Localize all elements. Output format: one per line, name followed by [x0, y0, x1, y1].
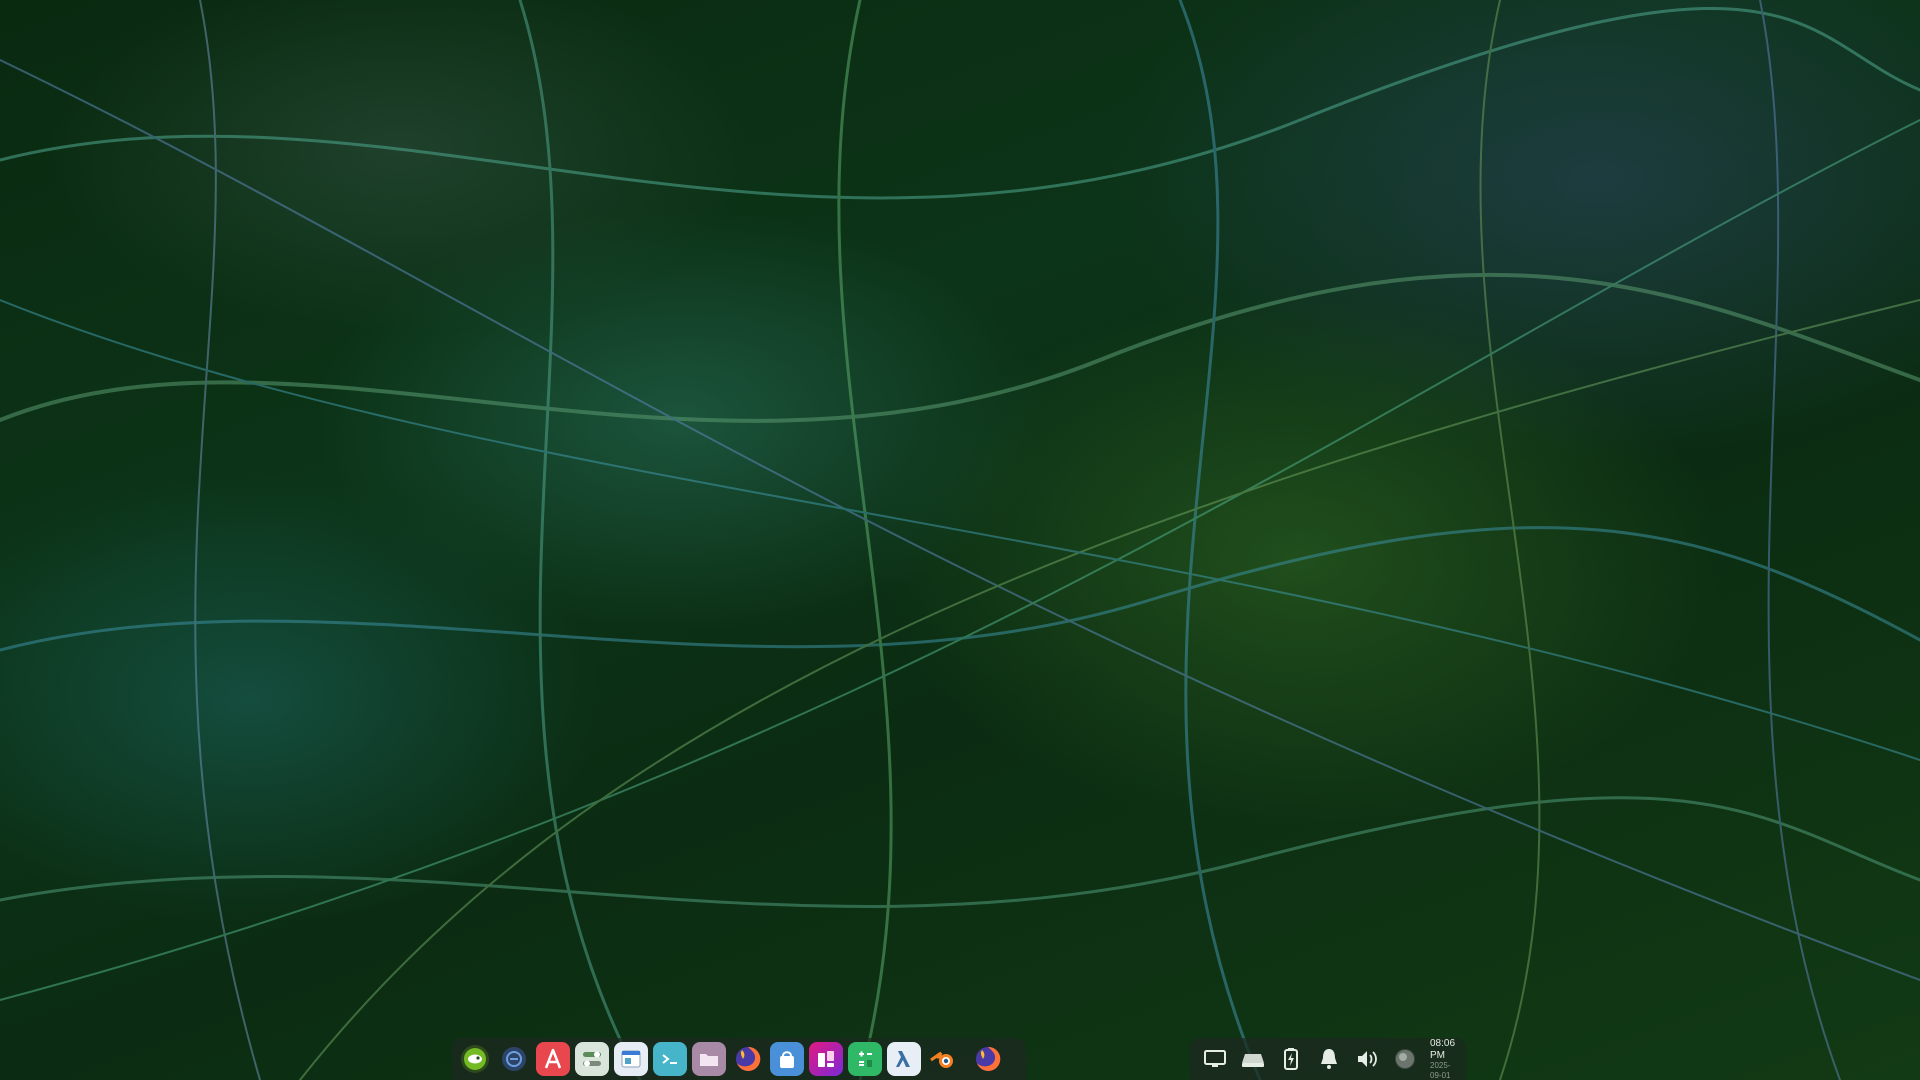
blender-button[interactable] — [926, 1042, 960, 1076]
avatar-icon — [1395, 1049, 1415, 1069]
wallpaper-light-streaks — [0, 0, 1920, 1080]
circle-minus-icon — [502, 1047, 526, 1071]
firefox-icon — [976, 1046, 1001, 1071]
battery-button[interactable] — [1274, 1042, 1308, 1076]
clapper-icon — [818, 1051, 834, 1067]
opensuse-menu-button[interactable] — [458, 1042, 492, 1076]
bag-icon — [780, 1051, 794, 1068]
drive-icon — [1242, 1054, 1264, 1067]
folder-icon — [700, 1054, 718, 1066]
battery-charging-icon — [1284, 1048, 1298, 1070]
toggles-icon — [583, 1051, 601, 1067]
notifications-button[interactable] — [1312, 1042, 1346, 1076]
letter-a-icon — [544, 1048, 562, 1069]
inkscape-button[interactable] — [887, 1042, 921, 1076]
blender-icon — [930, 1051, 953, 1068]
desktop-wallpaper — [0, 0, 1920, 1080]
clock-time: 08:06 PM — [1430, 1038, 1456, 1061]
workspace-overview-button[interactable] — [497, 1042, 531, 1076]
removable-drive-button[interactable] — [1236, 1042, 1270, 1076]
dock — [452, 1038, 1026, 1080]
system-monitor-button[interactable] — [614, 1042, 648, 1076]
terminal-icon — [662, 1054, 677, 1064]
terminal-button[interactable] — [653, 1042, 687, 1076]
system-tray: 08:06 PM 2025-09-01 — [1190, 1038, 1466, 1080]
user-button[interactable] — [1388, 1042, 1422, 1076]
clock-date: 2025-09-01 — [1430, 1061, 1451, 1080]
store-button[interactable] — [770, 1042, 804, 1076]
monitor-icon — [1204, 1050, 1226, 1067]
firefox-running-button[interactable] — [971, 1042, 1005, 1076]
opensuse-gecko-icon — [461, 1045, 489, 1073]
firefox-button[interactable] — [731, 1042, 765, 1076]
calculator-icon — [859, 1051, 872, 1067]
bell-icon — [1321, 1049, 1337, 1069]
calculator-button[interactable] — [848, 1042, 882, 1076]
display-button[interactable] — [1198, 1042, 1232, 1076]
window-icon — [621, 1050, 641, 1068]
volume-button[interactable] — [1350, 1042, 1384, 1076]
app-center-button[interactable] — [536, 1042, 570, 1076]
files-button[interactable] — [692, 1042, 726, 1076]
lambda-icon — [896, 1051, 910, 1067]
clock[interactable]: 08:06 PM 2025-09-01 — [1430, 1038, 1458, 1079]
kdenlive-button[interactable] — [809, 1042, 843, 1076]
firefox-icon — [736, 1046, 761, 1071]
settings-button[interactable] — [575, 1042, 609, 1076]
speaker-icon — [1358, 1051, 1377, 1067]
